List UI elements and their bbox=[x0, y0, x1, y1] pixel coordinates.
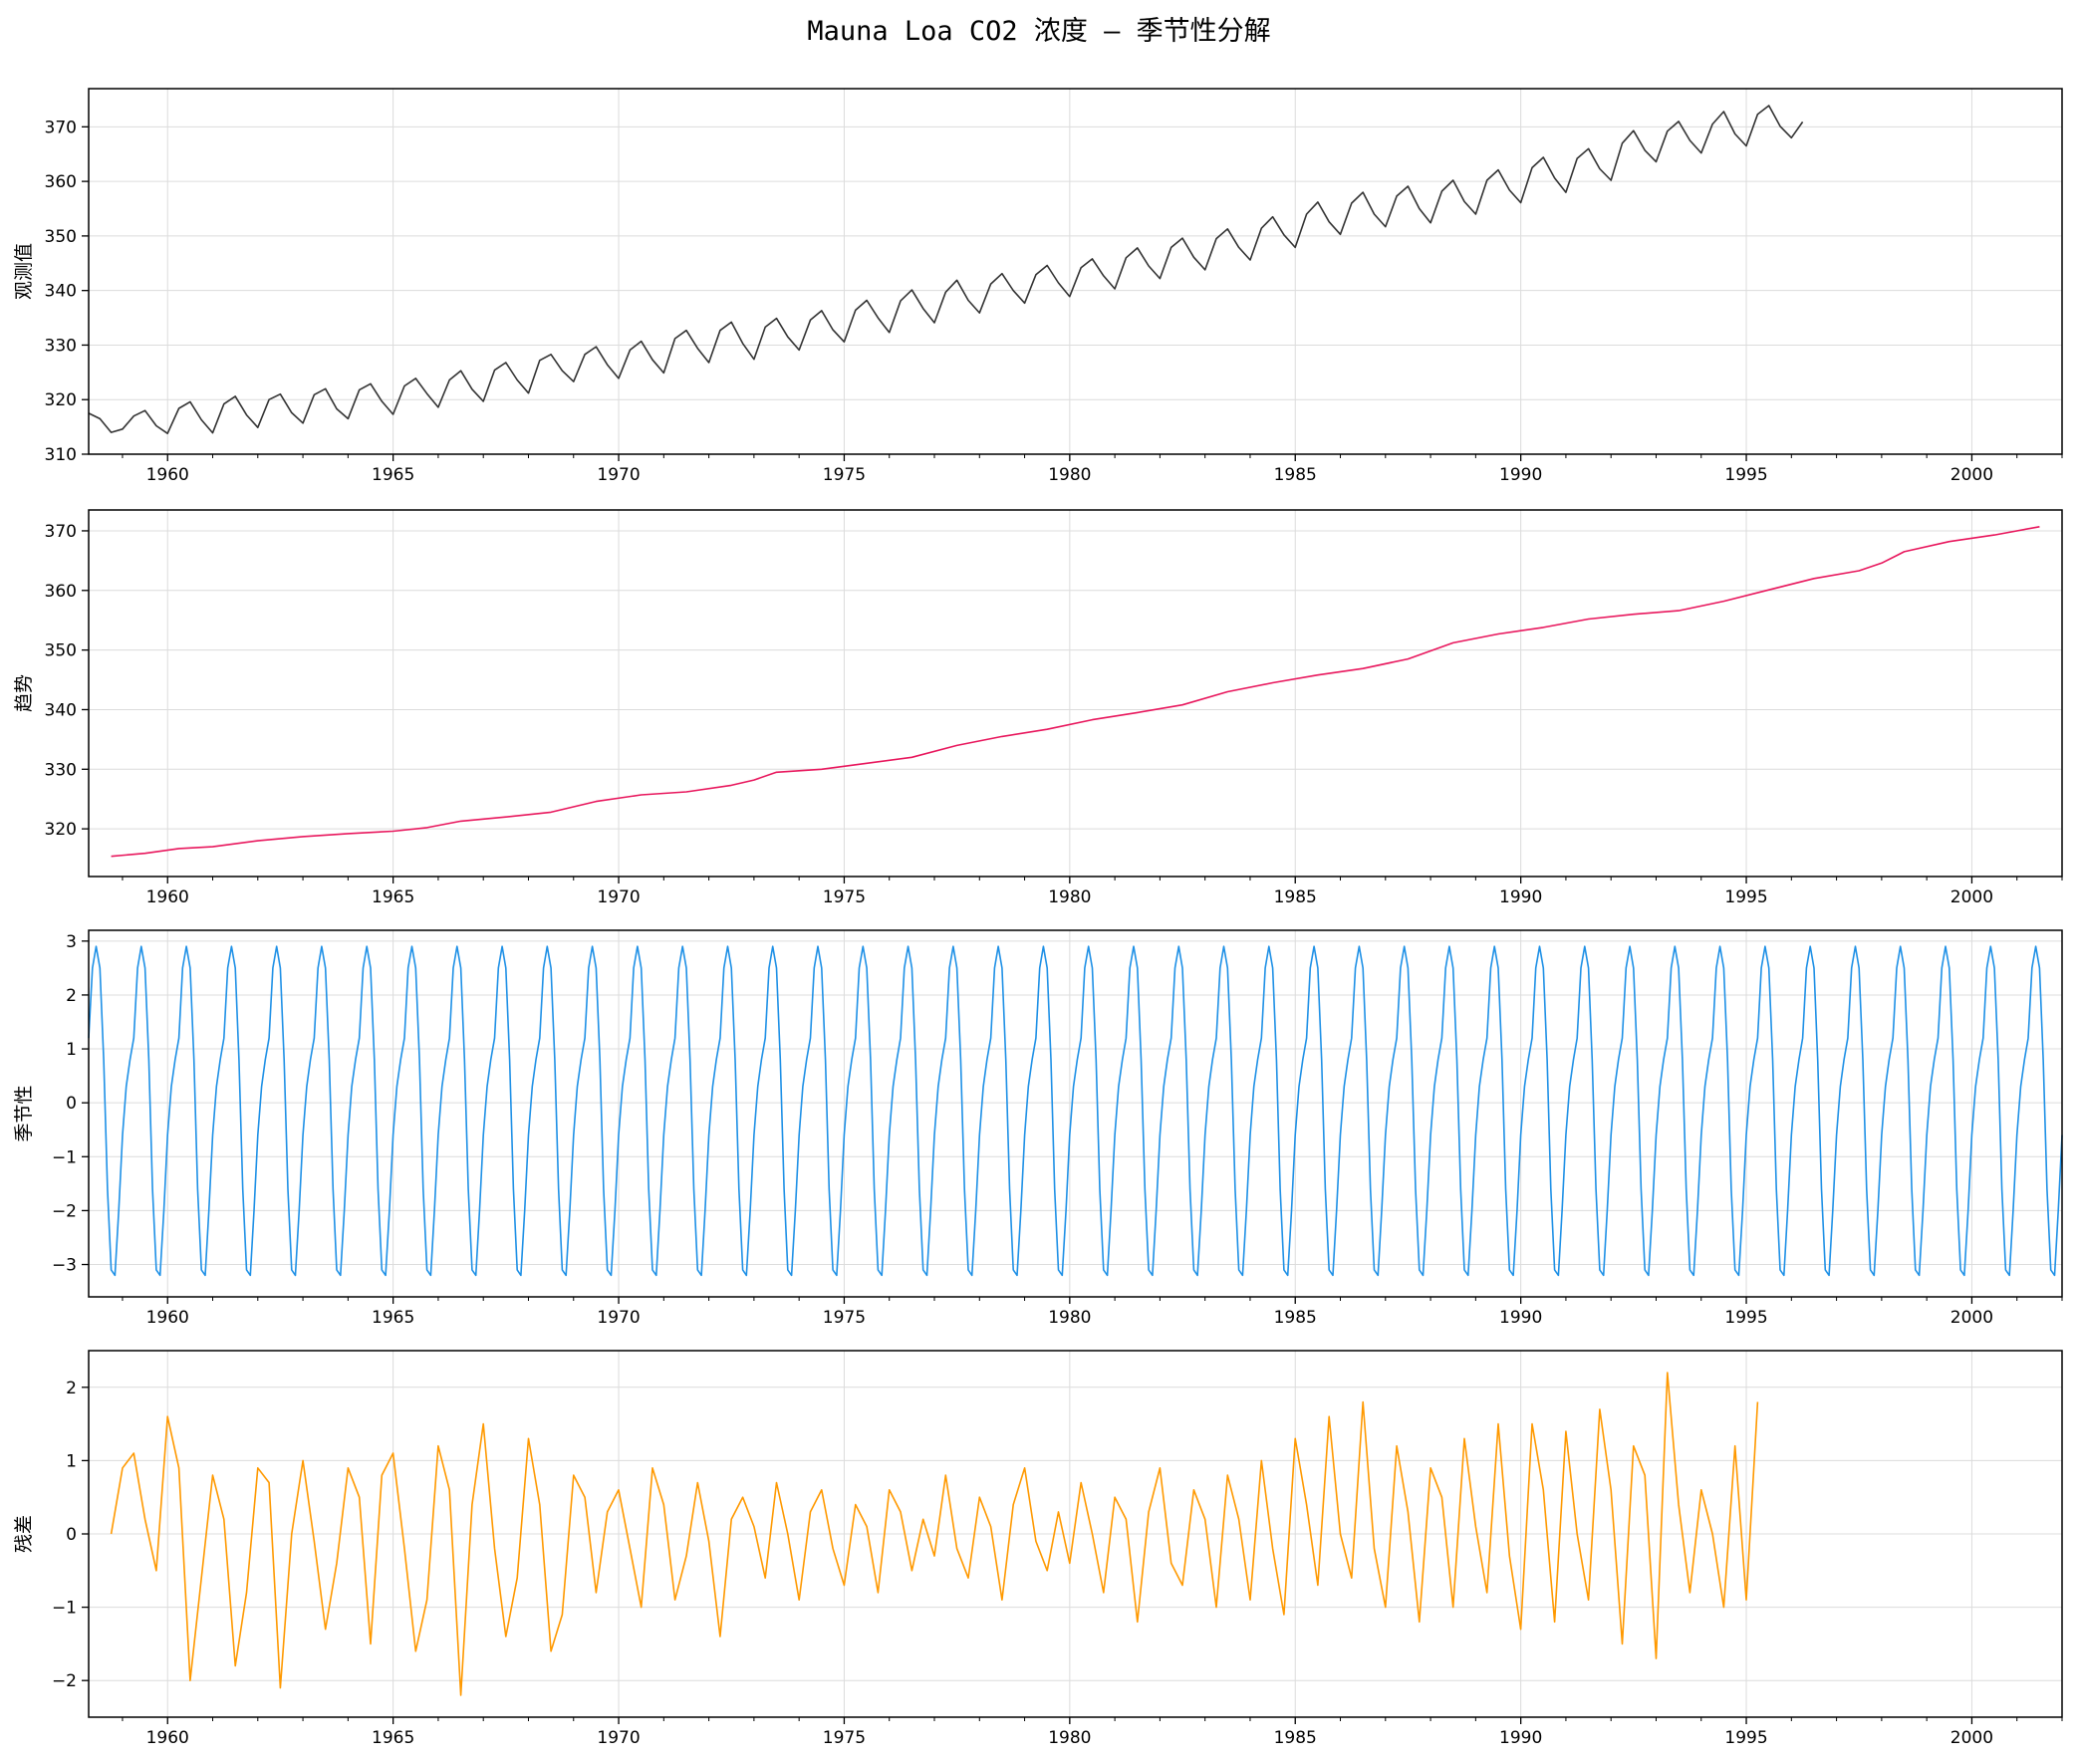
trend-x-tick-label: 2000 bbox=[1950, 887, 1993, 907]
observed-x-tick-label: 1960 bbox=[146, 465, 189, 485]
seasonal-x-tick-label: 1980 bbox=[1048, 1308, 1091, 1328]
residual-y-tick-label: 1 bbox=[66, 1451, 77, 1471]
observed-x-tick-label: 2000 bbox=[1950, 465, 1993, 485]
residual-y-tick-label: −1 bbox=[52, 1599, 77, 1619]
observed-x-tick-label: 1970 bbox=[597, 465, 640, 485]
trend-x-tick-label: 1980 bbox=[1048, 887, 1091, 907]
seasonal-x-tick-label: 1995 bbox=[1724, 1308, 1767, 1328]
observed-y-tick-label: 330 bbox=[45, 336, 77, 356]
trend-y-tick-label: 370 bbox=[45, 522, 77, 542]
trend-x-tick-label: 1960 bbox=[146, 887, 189, 907]
residual-x-tick-label: 1990 bbox=[1499, 1728, 1542, 1748]
decomposition-figure: Mauna Loa CO2 浓度 — 季节性分解 1960 1965 1970 197… bbox=[13, 16, 2063, 1748]
observed-series-line bbox=[88, 105, 1804, 434]
trend-y-tick-label: 330 bbox=[45, 760, 77, 780]
trend-y-tick-label: 320 bbox=[45, 820, 77, 840]
panel-seasonal: 1960 1965 1970 1975 1980 1985 1990 1995 2000 −3 −2… bbox=[13, 929, 2063, 1328]
residual-x-tick-label: 1985 bbox=[1274, 1728, 1317, 1748]
seasonal-x-tick-label: 1960 bbox=[146, 1308, 189, 1328]
observed-x-tick-label: 1990 bbox=[1499, 465, 1542, 485]
seasonal-y-tick-label: −1 bbox=[52, 1147, 77, 1167]
observed-y-tick-label: 350 bbox=[45, 227, 77, 247]
trend-x-tick-label: 1995 bbox=[1724, 887, 1767, 907]
seasonal-y-tick-label: 2 bbox=[66, 986, 77, 1006]
residual-y-axis-label: 残差 bbox=[13, 1515, 35, 1553]
trend-y-axis-label: 趋势 bbox=[13, 674, 35, 712]
residual-x-tick-label: 1970 bbox=[597, 1728, 640, 1748]
trend-x-tick-label: 1975 bbox=[823, 887, 866, 907]
panel-trend: 1960 1965 1970 1975 1980 1985 1990 1995 2000 320 3… bbox=[13, 509, 2063, 907]
residual-x-tick-label: 1960 bbox=[146, 1728, 189, 1748]
observed-y-tick-label: 370 bbox=[45, 118, 77, 137]
seasonal-y-tick-label: 0 bbox=[66, 1094, 77, 1114]
observed-x-tick-label: 1980 bbox=[1048, 465, 1091, 485]
figure-title: Mauna Loa CO2 浓度 — 季节性分解 bbox=[807, 16, 1270, 47]
trend-y-tick-label: 340 bbox=[45, 700, 77, 720]
trend-axes-frame bbox=[88, 509, 2063, 878]
trend-series-line bbox=[111, 526, 2040, 858]
seasonal-x-tick-label: 1965 bbox=[372, 1308, 414, 1328]
seasonal-x-tick-label: 1990 bbox=[1499, 1308, 1542, 1328]
residual-x-tick-label: 1995 bbox=[1724, 1728, 1767, 1748]
residual-x-tick-label: 1975 bbox=[823, 1728, 866, 1748]
panel-residual: 1960 1965 1970 1975 1980 1985 1990 1995 2000 −2 −1… bbox=[13, 1350, 2063, 1748]
trend-x-tick-label: 1990 bbox=[1499, 887, 1542, 907]
seasonal-x-tick-label: 2000 bbox=[1950, 1308, 1993, 1328]
seasonal-y-tick-label: 1 bbox=[66, 1040, 77, 1060]
residual-x-tick-label: 1980 bbox=[1048, 1728, 1091, 1748]
seasonal-y-axis-label: 季节性 bbox=[13, 1085, 35, 1141]
trend-y-tick-label: 350 bbox=[45, 641, 77, 661]
observed-x-tick-label: 1965 bbox=[372, 465, 414, 485]
observed-y-tick-label: 340 bbox=[45, 282, 77, 302]
seasonal-y-tick-label: −2 bbox=[52, 1201, 77, 1221]
residual-x-tick-label: 2000 bbox=[1950, 1728, 1993, 1748]
observed-y-tick-label: 320 bbox=[45, 390, 77, 410]
seasonal-y-tick-label: 3 bbox=[66, 932, 77, 952]
observed-x-tick-label: 1985 bbox=[1274, 465, 1317, 485]
seasonal-x-tick-label: 1985 bbox=[1274, 1308, 1317, 1328]
residual-y-tick-label: −2 bbox=[52, 1671, 77, 1691]
observed-y-tick-label: 360 bbox=[45, 172, 77, 192]
trend-x-tick-label: 1970 bbox=[597, 887, 640, 907]
seasonal-axes-frame bbox=[88, 929, 2063, 1298]
observed-x-tick-label: 1975 bbox=[823, 465, 866, 485]
observed-y-axis-label: 观测值 bbox=[13, 243, 35, 300]
observed-x-tick-label: 1995 bbox=[1724, 465, 1767, 485]
seasonal-y-tick-label: −3 bbox=[52, 1256, 77, 1276]
seasonal-x-tick-label: 1975 bbox=[823, 1308, 866, 1328]
residual-x-tick-label: 1965 bbox=[372, 1728, 414, 1748]
trend-x-tick-label: 1985 bbox=[1274, 887, 1317, 907]
panel-observed: 1960 1965 1970 1975 1980 1985 1990 1995 2000 310 3… bbox=[13, 88, 2063, 485]
seasonal-series-line bbox=[88, 945, 2063, 1277]
residual-y-tick-label: 0 bbox=[66, 1525, 77, 1545]
seasonal-x-tick-label: 1970 bbox=[597, 1308, 640, 1328]
residual-y-tick-label: 2 bbox=[66, 1379, 77, 1398]
trend-x-tick-label: 1965 bbox=[372, 887, 414, 907]
observed-y-tick-label: 310 bbox=[45, 445, 77, 465]
trend-y-tick-label: 360 bbox=[45, 582, 77, 602]
